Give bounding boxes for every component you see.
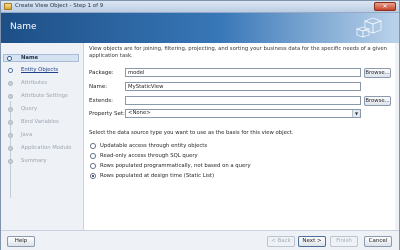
name-label: Name: [89, 84, 108, 90]
close-button[interactable]: ✕ [374, 2, 396, 11]
nav-step-summary: Summary [6, 158, 79, 166]
step-icon [8, 94, 13, 99]
step-icon [8, 120, 13, 125]
back-button[interactable]: < Back [267, 236, 295, 247]
nav-step-java: Java [6, 132, 79, 140]
step-icon [8, 68, 13, 73]
wizard-window: Create View Object - Step 1 of 9 ✕ Name … [0, 0, 400, 250]
property-set-label: Property Set: [89, 111, 125, 117]
option-label: Rows populated at design time (Static Li… [100, 173, 215, 179]
step-title: Name [10, 22, 37, 32]
nav-step-attribute-settings: Attribute Settings [6, 93, 79, 101]
help-button[interactable]: Help [7, 236, 35, 247]
title-bar: Create View Object - Step 1 of 9 ✕ [1, 1, 399, 13]
package-input[interactable] [125, 68, 361, 77]
nav-step-entity-objects[interactable]: Entity Objects [6, 67, 79, 75]
radio-button[interactable] [90, 143, 96, 149]
next-button[interactable]: Next > [298, 236, 326, 247]
step-content-panel: View objects are for joining, filtering,… [83, 43, 395, 230]
nav-step-label: Attributes [21, 80, 48, 86]
cancel-button[interactable]: Cancel [364, 236, 392, 247]
radio-button[interactable] [90, 163, 96, 169]
step-description: View objects are for joining, filtering,… [89, 46, 387, 59]
app-icon [4, 3, 12, 10]
chevron-down-icon[interactable]: ▼ [352, 110, 360, 117]
step-icon [8, 159, 13, 164]
nav-step-label: Entity Objects [21, 67, 59, 73]
cube-logo-icon [355, 17, 383, 38]
nav-step-query: Query [6, 106, 79, 114]
nav-step-label: Query [21, 106, 38, 112]
nav-step-label: Java [21, 132, 33, 138]
finish-button[interactable]: Finish [330, 236, 358, 247]
step-icon [8, 133, 13, 138]
nav-step-application-module: Application Module [6, 145, 79, 153]
extends-input[interactable] [125, 96, 361, 105]
step-navigation: Name Entity Objects Attributes Attribute… [1, 43, 81, 230]
step-icon [8, 81, 13, 86]
property-set-value: <None> [128, 110, 151, 116]
nav-step-name[interactable]: Name [3, 54, 79, 62]
extends-browse-button[interactable]: Browse... [364, 96, 391, 106]
name-input[interactable] [125, 82, 361, 91]
option-label: Rows populated programmatically, not bas… [100, 163, 251, 169]
radio-button[interactable] [90, 153, 96, 159]
step-header: Name [1, 13, 399, 43]
nav-step-label: Summary [21, 158, 47, 164]
nav-step-label: Name [21, 55, 39, 61]
property-set-select[interactable]: <None> ▼ [125, 109, 361, 118]
nav-step-attributes: Attributes [6, 80, 79, 88]
window-title: Create View Object - Step 1 of 9 [15, 3, 104, 9]
option-label: Read-only access through SQL query [100, 153, 198, 159]
radio-button-selected[interactable] [90, 173, 96, 179]
option-label: Updatable access through entity objects [100, 143, 208, 149]
nav-step-label: Bind Variables [21, 119, 59, 125]
step-icon [8, 107, 13, 112]
step-current-icon [7, 56, 12, 61]
nav-step-bind-variables: Bind Variables [6, 119, 79, 127]
nav-step-label: Application Module [21, 145, 72, 151]
nav-step-label: Attribute Settings [21, 93, 68, 99]
package-browse-button[interactable]: Browse... [364, 68, 391, 78]
wizard-footer: Help < Back Next > Finish Cancel [1, 230, 399, 250]
step-icon [8, 146, 13, 151]
data-source-question: Select the data source type you want to … [89, 130, 294, 136]
package-label: Package: [89, 70, 114, 76]
extends-label: Extends: [89, 98, 113, 104]
